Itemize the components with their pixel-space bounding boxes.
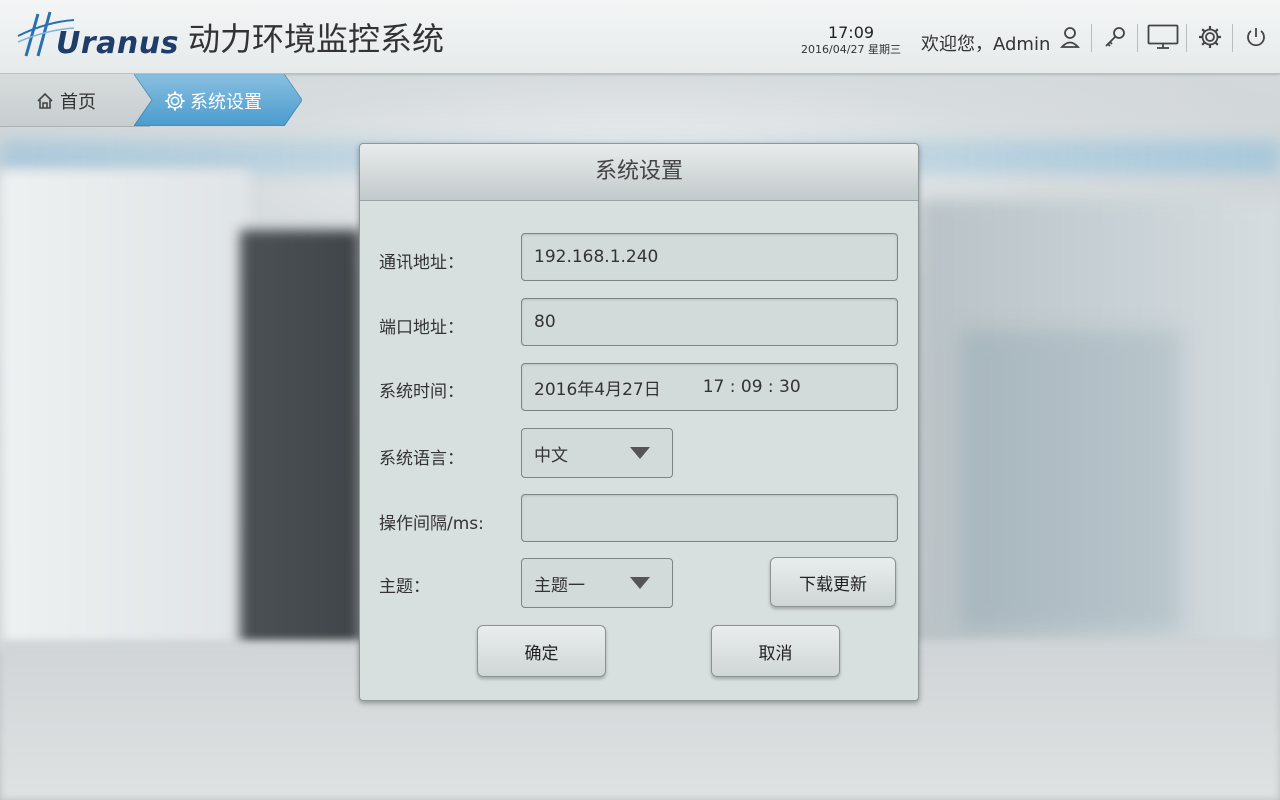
power-icon[interactable] (1241, 22, 1271, 52)
dialog-title: 系统设置 (360, 144, 918, 201)
top-header: Uranus 动力环境监控系统 17:09 2016/04/27 星期三 欢迎您… (0, 0, 1280, 74)
port-input[interactable]: 80 (521, 298, 898, 346)
address-label: 通讯地址： (379, 253, 464, 273)
theme-label: 主题： (379, 577, 430, 597)
logo: Uranus (16, 8, 179, 66)
dropdown-arrow-icon (630, 447, 650, 459)
system-time-input[interactable]: 2016年4月27日 17 : 09 : 30 (521, 363, 898, 411)
app-title: 动力环境监控系统 (188, 20, 445, 58)
port-value: 80 (534, 312, 556, 332)
address-value: 192.168.1.240 (534, 247, 659, 267)
system-time-clock: 17 : 09 : 30 (702, 377, 801, 397)
logo-text: Uranus (56, 26, 179, 61)
port-label: 端口地址： (379, 318, 464, 338)
background-server-rack (240, 230, 360, 650)
home-icon (37, 92, 53, 109)
address-input[interactable]: 192.168.1.240 (521, 233, 898, 281)
breadcrumb-home-label: 首页 (60, 92, 96, 113)
ok-button[interactable]: 确定 (477, 625, 606, 677)
header-clock: 17:09 2016/04/27 星期三 (796, 24, 906, 57)
theme-value: 主题一 (534, 575, 585, 596)
header-divider (1186, 24, 1187, 52)
breadcrumb-current-label: 系统设置 (190, 92, 262, 113)
clock-time: 17:09 (827, 23, 875, 42)
language-select[interactable]: 中文 (521, 428, 673, 478)
clock-date: 2016/04/27 星期三 (801, 43, 901, 56)
breadcrumb-current-link[interactable]: 系统设置 (164, 88, 262, 114)
welcome-text: 欢迎您，Admin (921, 34, 1051, 55)
breadcrumb: 首页 系统设置 (0, 74, 1280, 127)
language-label: 系统语言： (379, 449, 464, 469)
interval-label: 操作间隔/ms: (379, 514, 484, 534)
system-time-date: 2016年4月27日 (534, 379, 661, 400)
header-divider (1137, 24, 1138, 52)
user-icon[interactable] (1055, 22, 1085, 52)
dropdown-arrow-icon (630, 577, 650, 589)
interval-input[interactable] (521, 494, 898, 542)
key-icon[interactable] (1100, 22, 1130, 52)
settings-dialog: 系统设置 通讯地址： 192.168.1.240 端口地址： 80 系统时间： … (359, 143, 919, 701)
header-divider (1232, 24, 1233, 52)
monitor-icon[interactable] (1146, 22, 1180, 52)
system-time-label: 系统时间： (379, 382, 464, 402)
settings-gear-icon (165, 91, 185, 111)
gear-icon[interactable] (1195, 22, 1225, 52)
download-update-button[interactable]: 下载更新 (770, 557, 896, 607)
breadcrumb-home-link[interactable]: 首页 (36, 88, 96, 114)
background-right-rack-inner (960, 330, 1180, 630)
theme-select[interactable]: 主题一 (521, 558, 673, 608)
cancel-button[interactable]: 取消 (711, 625, 840, 677)
header-divider (1091, 24, 1092, 52)
language-value: 中文 (534, 445, 568, 466)
background-left-wall (0, 170, 250, 650)
